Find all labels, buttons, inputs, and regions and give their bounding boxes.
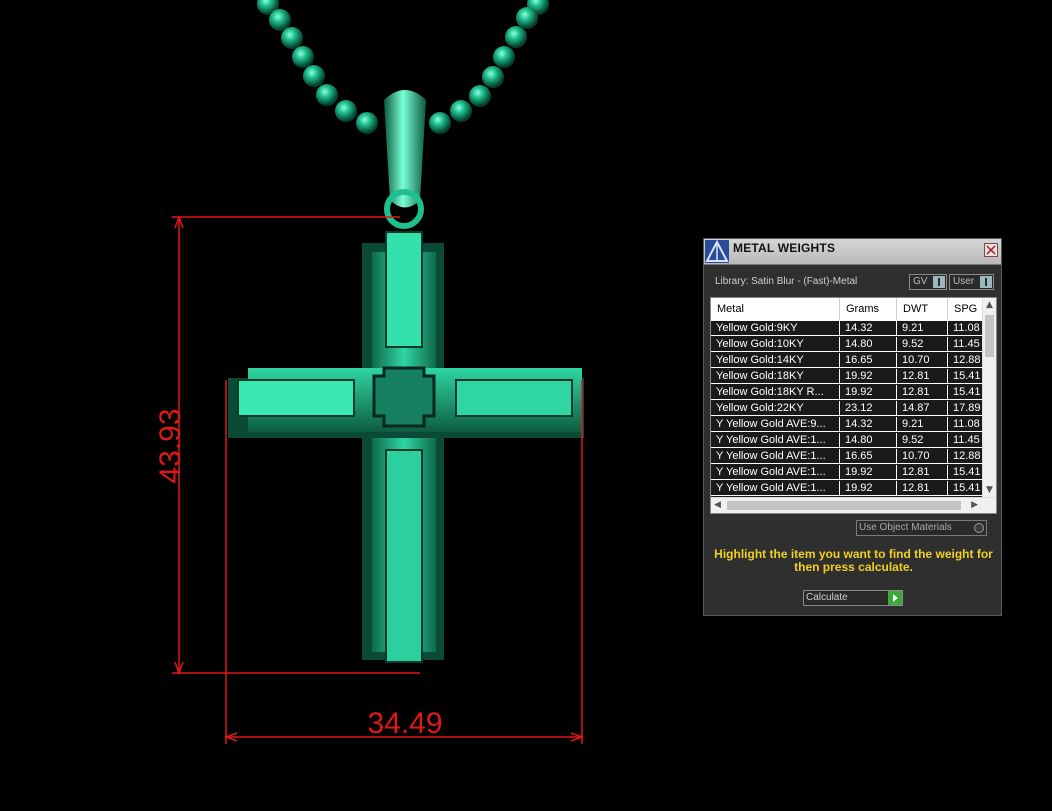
cell-dwt: 10.70	[897, 449, 948, 464]
column-header-metal[interactable]: Metal	[711, 298, 840, 320]
table-row[interactable]: Yellow Gold:18KY 19.92 12.81 15.41	[711, 369, 983, 385]
table-header: Metal Grams DWT SPG	[711, 298, 988, 320]
panel-titlebar[interactable]: METAL WEIGHTS	[704, 239, 1001, 265]
gv-select[interactable]: GV	[909, 274, 947, 290]
table-rows: Yellow Gold:9KY 14.32 9.21 11.08 Yellow Gold…	[711, 321, 983, 497]
cell-spg: 15.41	[948, 369, 983, 384]
cell-spg: 12.88	[948, 353, 983, 368]
cell-grams: 16.65	[840, 449, 897, 464]
dropdown-icon	[980, 276, 992, 288]
cell-metal: Yellow Gold:22KY	[711, 401, 840, 416]
panel-title: METAL WEIGHTS	[733, 241, 836, 255]
cell-dwt: 9.52	[897, 433, 948, 448]
cell-metal: Y Yellow Gold AVE:1...	[711, 433, 840, 448]
cell-dwt: 14.87	[897, 401, 948, 416]
cell-spg: 15.41	[948, 465, 983, 480]
height-dimension-label: 43.93	[154, 408, 187, 483]
gv-select-value: GV	[913, 276, 928, 287]
cell-metal: Y Yellow Gold AVE:1...	[711, 465, 840, 480]
vertical-scroll-thumb[interactable]	[985, 315, 994, 357]
cell-grams: 14.80	[840, 433, 897, 448]
dropdown-icon	[933, 276, 945, 288]
column-header-dwt[interactable]: DWT	[897, 298, 948, 320]
cell-grams: 19.92	[840, 385, 897, 400]
triangle-logo-icon	[705, 240, 729, 263]
cell-spg: 11.08	[948, 417, 983, 432]
table-row[interactable]: Yellow Gold:22KY 23.12 14.87 17.89	[711, 401, 983, 417]
table-row[interactable]: Y Yellow Gold AVE:1... 19.92 12.81 15.41	[711, 465, 983, 481]
user-select-value: User	[953, 276, 975, 287]
radio-icon	[974, 523, 984, 533]
pendant-bail	[384, 90, 426, 229]
table-row[interactable]: Yellow Gold:14KY 16.65 10.70 12.88	[711, 353, 983, 369]
table-row[interactable]: Y Yellow Gold AVE:1... 19.92 12.81 15.41	[711, 481, 983, 497]
cell-spg: 11.45	[948, 433, 983, 448]
cell-dwt: 9.21	[897, 321, 948, 336]
close-button[interactable]	[984, 243, 998, 257]
cell-metal: Y Yellow Gold AVE:1...	[711, 481, 840, 496]
scroll-right-icon[interactable]: ▶	[971, 500, 978, 510]
cell-grams: 19.92	[840, 481, 897, 496]
use-object-materials-select[interactable]: Use Object Materials	[856, 520, 987, 536]
cell-metal: Yellow Gold:14KY	[711, 353, 840, 368]
cell-metal: Yellow Gold:18KY R...	[711, 385, 840, 400]
cell-metal: Yellow Gold:9KY	[711, 321, 840, 336]
library-label: Library: Satin Blur - (Fast)-Metal	[715, 276, 858, 287]
cell-spg: 15.41	[948, 481, 983, 496]
scroll-up-icon[interactable]: ▲	[986, 300, 993, 310]
cell-metal: Yellow Gold:18KY	[711, 369, 840, 384]
scroll-left-icon[interactable]: ◀	[714, 500, 721, 510]
cell-grams: 14.32	[840, 417, 897, 432]
close-icon	[986, 245, 996, 255]
cross-pendant-model	[228, 231, 584, 663]
cell-dwt: 10.70	[897, 353, 948, 368]
cell-grams: 14.32	[840, 321, 897, 336]
metal-weights-panel: METAL WEIGHTS Library: Satin Blur - (Fas…	[703, 238, 1002, 616]
table-row[interactable]: Y Yellow Gold AVE:1... 16.65 10.70 12.88	[711, 449, 983, 465]
cell-dwt: 9.52	[897, 337, 948, 352]
cell-dwt: 12.81	[897, 465, 948, 480]
cell-spg: 11.08	[948, 321, 983, 336]
user-select[interactable]: User	[949, 274, 994, 290]
cell-metal: Y Yellow Gold AVE:1...	[711, 449, 840, 464]
cell-spg: 17.89	[948, 401, 983, 416]
play-arrow-icon	[888, 591, 902, 605]
scroll-down-icon[interactable]: ▼	[986, 485, 993, 495]
cell-spg: 15.41	[948, 385, 983, 400]
cell-grams: 23.12	[840, 401, 897, 416]
cell-grams: 19.92	[840, 369, 897, 384]
column-header-grams[interactable]: Grams	[840, 298, 897, 320]
vertical-scrollbar[interactable]: ▲ ▼	[982, 298, 996, 497]
cell-dwt: 9.21	[897, 417, 948, 432]
cell-metal: Yellow Gold:10KY	[711, 337, 840, 352]
instruction-text: Highlight the item you want to find the …	[714, 547, 993, 574]
horizontal-scrollbar[interactable]: ◀ ▶	[711, 497, 996, 513]
cell-grams: 19.92	[840, 465, 897, 480]
cell-dwt: 12.81	[897, 481, 948, 496]
table-row[interactable]: Y Yellow Gold AVE:9... 14.32 9.21 11.08	[711, 417, 983, 433]
calculate-button[interactable]: Calculate	[803, 590, 903, 606]
cell-spg: 11.45	[948, 337, 983, 352]
metal-table: Metal Grams DWT SPG Yellow Gold:9KY 14.32…	[710, 297, 997, 514]
cell-spg: 12.88	[948, 449, 983, 464]
cell-dwt: 12.81	[897, 369, 948, 384]
cell-dwt: 12.81	[897, 385, 948, 400]
use-object-materials-label: Use Object Materials	[859, 522, 952, 533]
cell-grams: 16.65	[840, 353, 897, 368]
table-row[interactable]: Yellow Gold:10KY 14.80 9.52 11.45	[711, 337, 983, 353]
cell-metal: Y Yellow Gold AVE:9...	[711, 417, 840, 432]
table-row[interactable]: Yellow Gold:9KY 14.32 9.21 11.08	[711, 321, 983, 337]
horizontal-scroll-thumb[interactable]	[727, 501, 961, 510]
table-row[interactable]: Yellow Gold:18KY R... 19.92 12.81 15.41	[711, 385, 983, 401]
calculate-label: Calculate	[806, 592, 848, 603]
width-dimension-label: 34.49	[367, 707, 442, 740]
table-row[interactable]: Y Yellow Gold AVE:1... 14.80 9.52 11.45	[711, 433, 983, 449]
cell-grams: 14.80	[840, 337, 897, 352]
